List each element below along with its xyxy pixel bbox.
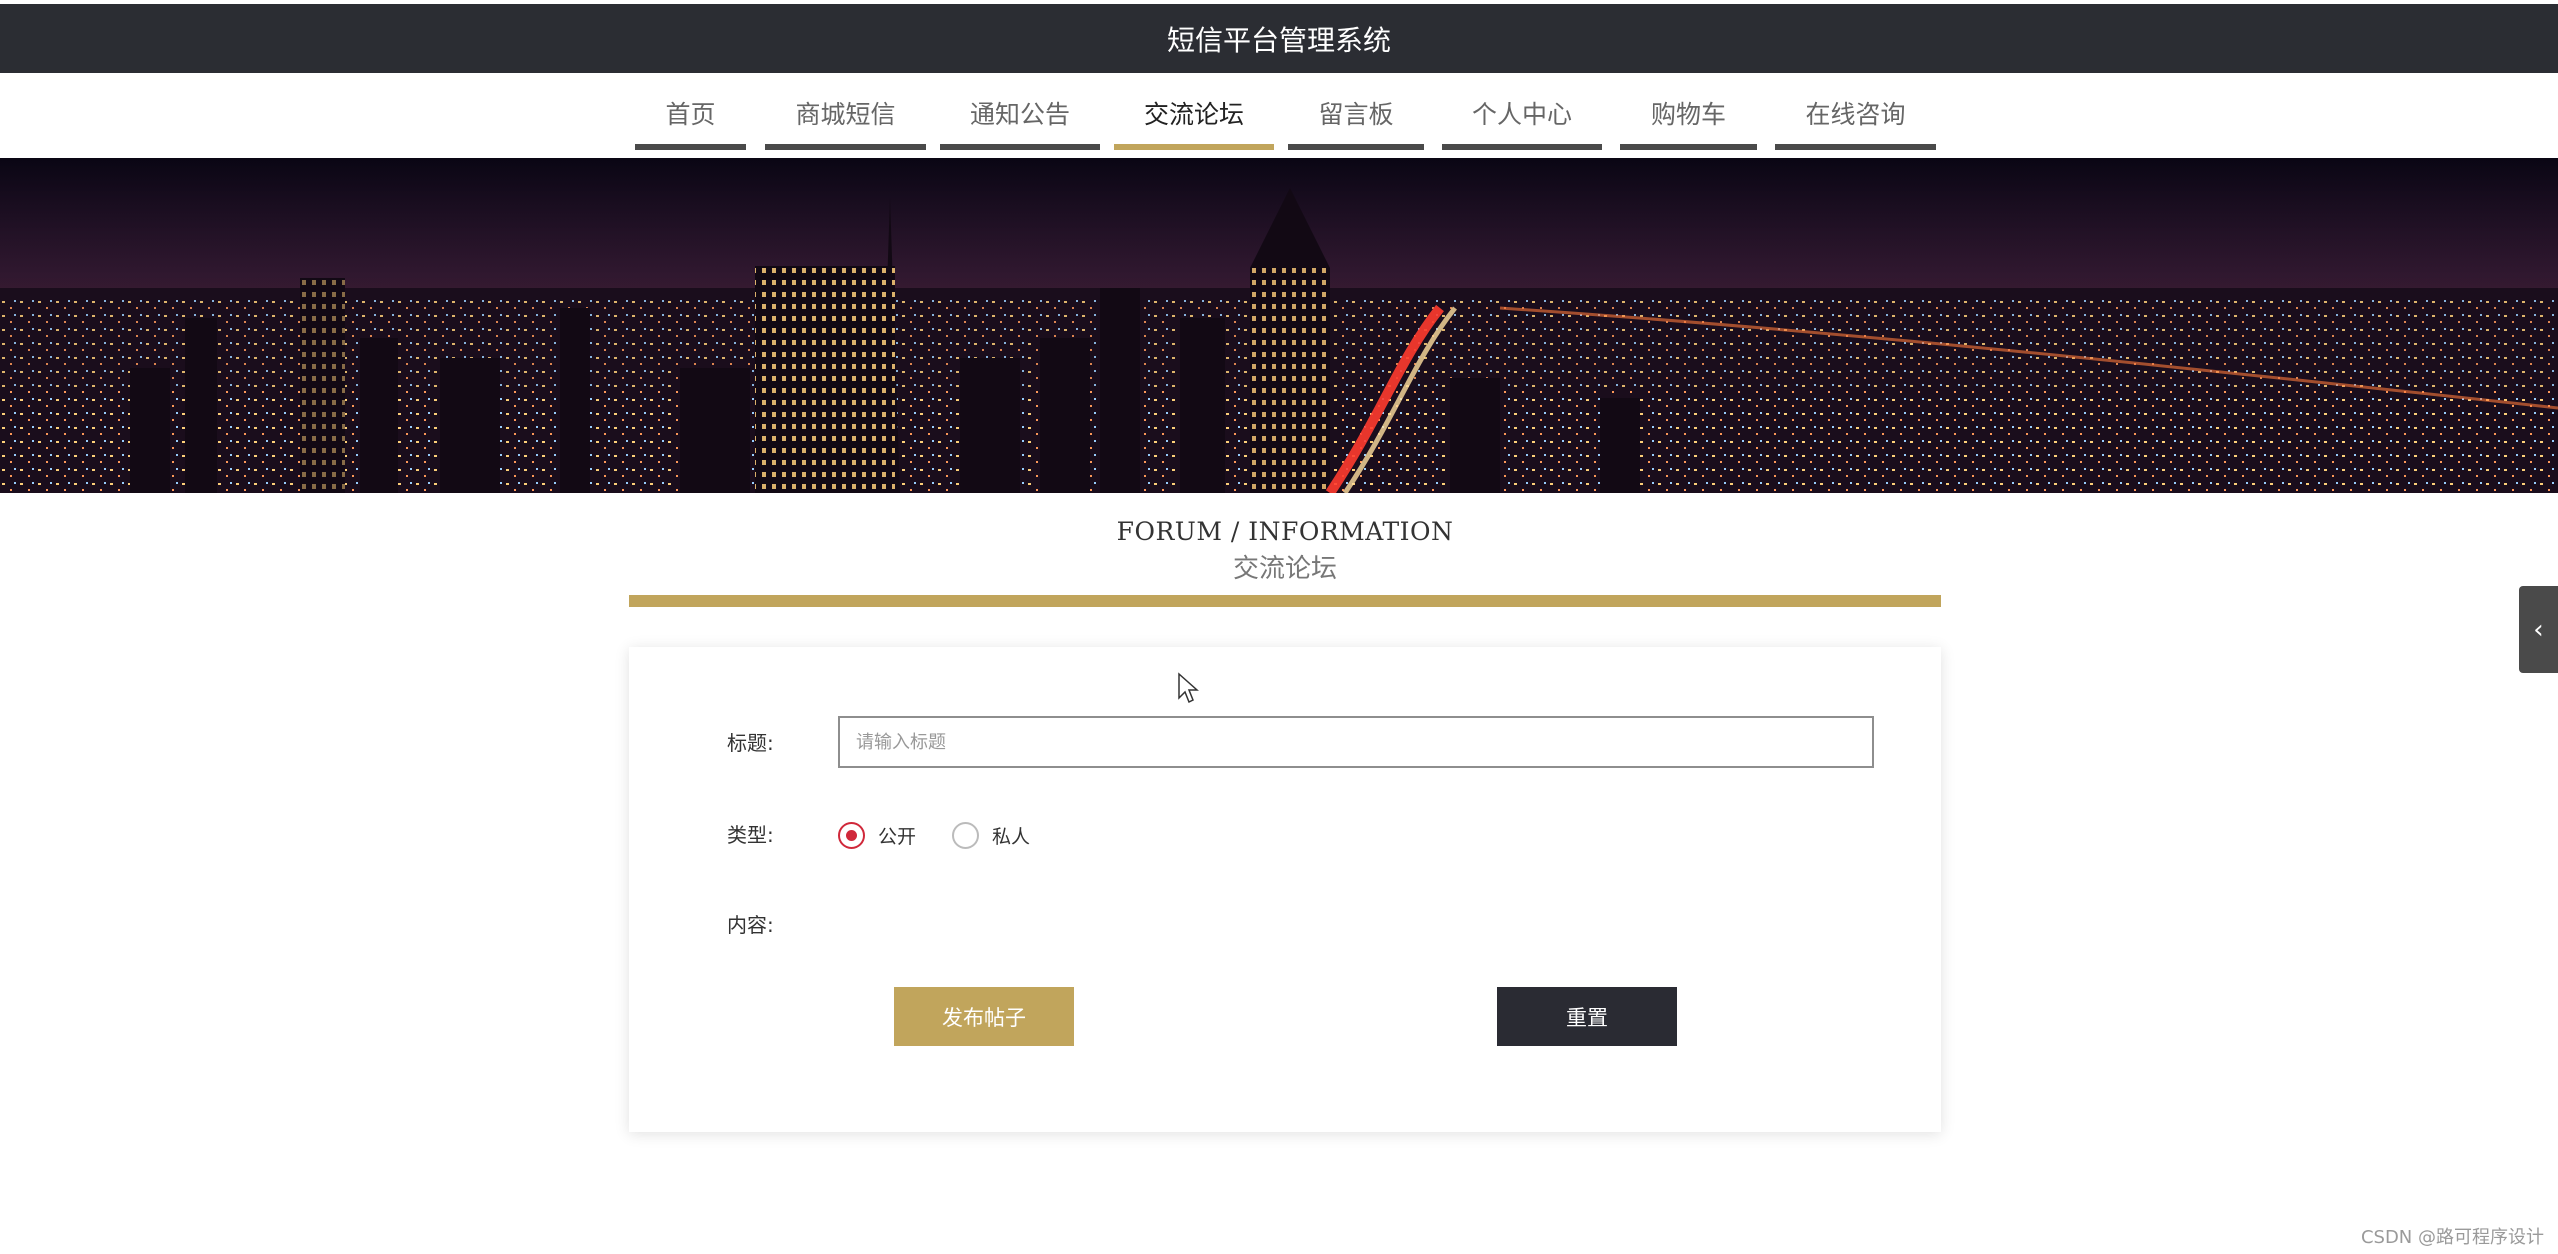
post-form-card: 标题: 类型: 公开 私人 内容: 发布帖子 重置 <box>629 647 1941 1132</box>
nav-item-label: 商城短信 <box>795 100 896 129</box>
nav-item-label: 通知公告 <box>969 100 1070 129</box>
title-input[interactable] <box>838 716 1874 768</box>
nav-item-label: 在线咨询 <box>1805 100 1906 129</box>
page: 短信平台管理系统 首页 商城短信 通知公告 交流论坛 留言板 个人中心 购物车 … <box>0 0 2558 1254</box>
watermark-text: CSDN @路可程序设计 <box>2360 1227 2544 1248</box>
nav-item-cart[interactable]: 购物车 <box>1620 95 1757 150</box>
type-radio-group: 公开 私人 <box>838 820 1066 850</box>
radio-dot <box>846 829 857 841</box>
banner-image <box>0 158 2558 493</box>
nav-item-label: 留言板 <box>1318 100 1394 129</box>
nav-item-message-board[interactable]: 留言板 <box>1288 95 1424 150</box>
nav-item-consult[interactable]: 在线咨询 <box>1775 95 1936 150</box>
nav-item-label: 交流论坛 <box>1143 100 1244 129</box>
radio-public[interactable] <box>838 821 865 849</box>
nav-item-label: 个人中心 <box>1471 100 1572 129</box>
content-label: 内容: <box>727 913 774 937</box>
top-header: 短信平台管理系统 <box>0 0 2558 73</box>
city-skyline-illustration <box>0 158 2558 493</box>
main-nav: 首页 商城短信 通知公告 交流论坛 留言板 个人中心 购物车 在线咨询 <box>0 73 2558 158</box>
nav-item-forum[interactable]: 交流论坛 <box>1114 95 1274 150</box>
side-toggle-tab[interactable]: ‹ <box>2519 586 2558 673</box>
nav-item-profile[interactable]: 个人中心 <box>1442 95 1602 150</box>
mouse-cursor-icon <box>1178 672 1199 704</box>
section-title-en: FORUM / INFORMATION <box>1116 517 1454 546</box>
site-title: 短信平台管理系统 <box>1166 23 1391 57</box>
radio-public-label: 公开 <box>878 825 917 848</box>
nav-item-notices[interactable]: 通知公告 <box>940 95 1100 150</box>
section-title-zh: 交流论坛 <box>1232 554 1337 584</box>
type-label: 类型: <box>727 823 774 847</box>
nav-item-label: 购物车 <box>1650 100 1726 129</box>
section-divider <box>629 595 1941 607</box>
reset-button[interactable]: 重置 <box>1497 987 1677 1046</box>
title-label: 标题: <box>727 731 774 755</box>
nav-item-shop-sms[interactable]: 商城短信 <box>765 95 926 150</box>
nav-item-home[interactable]: 首页 <box>635 95 746 150</box>
chevron-left-icon: ‹ <box>2533 614 2544 645</box>
radio-private[interactable] <box>952 821 980 849</box>
radio-private-label: 私人 <box>992 825 1031 848</box>
nav-item-label: 首页 <box>665 100 716 129</box>
publish-post-button[interactable]: 发布帖子 <box>894 987 1074 1046</box>
